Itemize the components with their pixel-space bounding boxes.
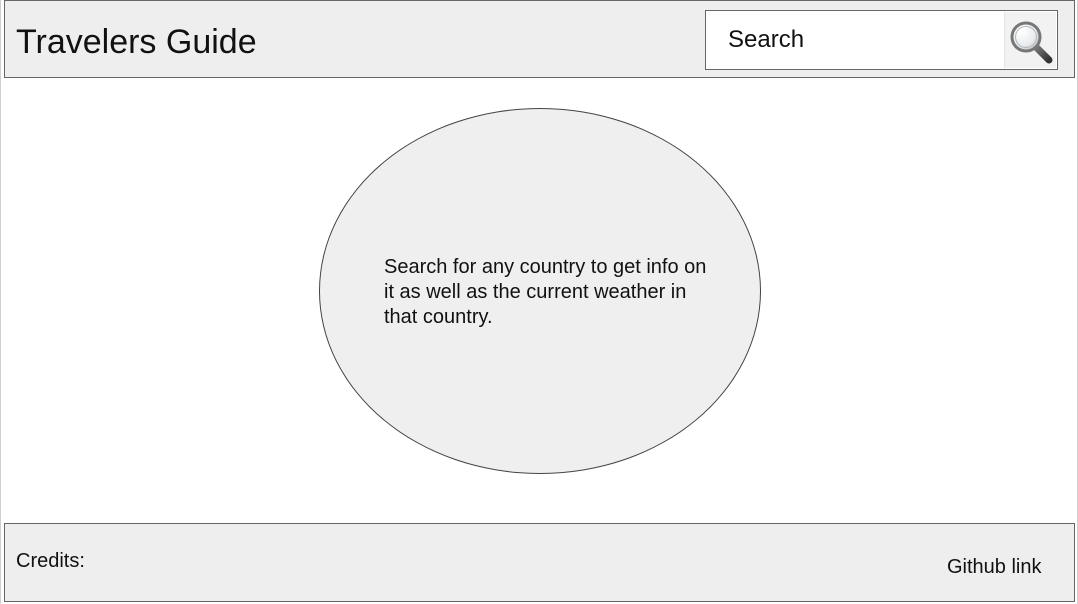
github-link[interactable]: Github link xyxy=(947,555,1042,579)
app-title: Travelers Guide xyxy=(16,23,257,61)
footer-bar: Credits: Github link xyxy=(4,523,1075,602)
intro-text: Search for any country to get info on it… xyxy=(384,256,707,328)
intro-ellipse: Search for any country to get info on it… xyxy=(319,108,761,474)
credits-label: Credits: xyxy=(16,550,85,572)
main-content: Search for any country to get info on it… xyxy=(4,78,1075,523)
search-button[interactable] xyxy=(1004,12,1056,68)
search-box xyxy=(705,10,1058,70)
header-bar: Travelers Guide xyxy=(4,0,1075,78)
travelers-guide-page: Travelers Guide Search Search for any co… xyxy=(0,0,1078,604)
search-input[interactable] xyxy=(707,12,1003,68)
search-icon xyxy=(1010,21,1053,64)
